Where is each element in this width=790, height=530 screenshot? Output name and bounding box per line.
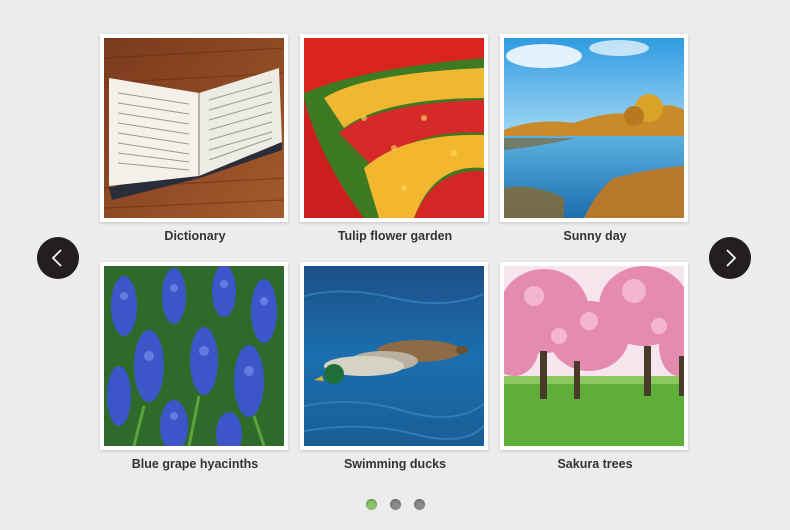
thumbnail-frame[interactable] [500, 34, 688, 222]
page-dot-1[interactable] [365, 499, 377, 510]
gallery-item-dictionary[interactable]: Dictionary [100, 34, 290, 243]
gallery-item-ducks[interactable]: Swimming ducks [300, 262, 490, 471]
thumbnail-frame[interactable] [500, 262, 688, 450]
image-gallery: Dictionary Tulip flower garden Sunny day… [0, 0, 790, 530]
ducks-water-photo [304, 266, 484, 446]
cherry-blossom-trees-photo [504, 266, 684, 446]
thumbnail-frame[interactable] [100, 262, 288, 450]
gallery-caption: Swimming ducks [343, 457, 447, 471]
thumbnail-frame[interactable] [100, 34, 288, 222]
prev-button[interactable] [37, 237, 79, 279]
chevron-right-icon [726, 249, 737, 267]
page-dot-2[interactable] [389, 499, 401, 510]
gallery-item-sunny-day[interactable]: Sunny day [500, 34, 690, 243]
pagination-dots [0, 499, 790, 510]
hyacinth-flowers-photo [104, 266, 284, 446]
gallery-caption: Dictionary [164, 229, 226, 243]
open-book-photo [104, 38, 284, 218]
gallery-item-tulips[interactable]: Tulip flower garden [300, 34, 490, 243]
thumbnail-frame[interactable] [300, 34, 488, 222]
lake-landscape-photo [504, 38, 684, 218]
next-button[interactable] [709, 237, 751, 279]
gallery-caption: Tulip flower garden [337, 229, 453, 243]
gallery-item-hyacinths[interactable]: Blue grape hyacinths [100, 262, 290, 471]
page-dot-3[interactable] [413, 499, 425, 510]
thumbnail-frame[interactable] [300, 262, 488, 450]
tulip-field-photo [304, 38, 484, 218]
gallery-caption: Blue grape hyacinths [131, 457, 259, 471]
gallery-caption: Sakura trees [557, 457, 633, 471]
chevron-left-icon [51, 249, 62, 267]
gallery-caption: Sunny day [563, 229, 627, 243]
gallery-item-sakura[interactable]: Sakura trees [500, 262, 690, 471]
